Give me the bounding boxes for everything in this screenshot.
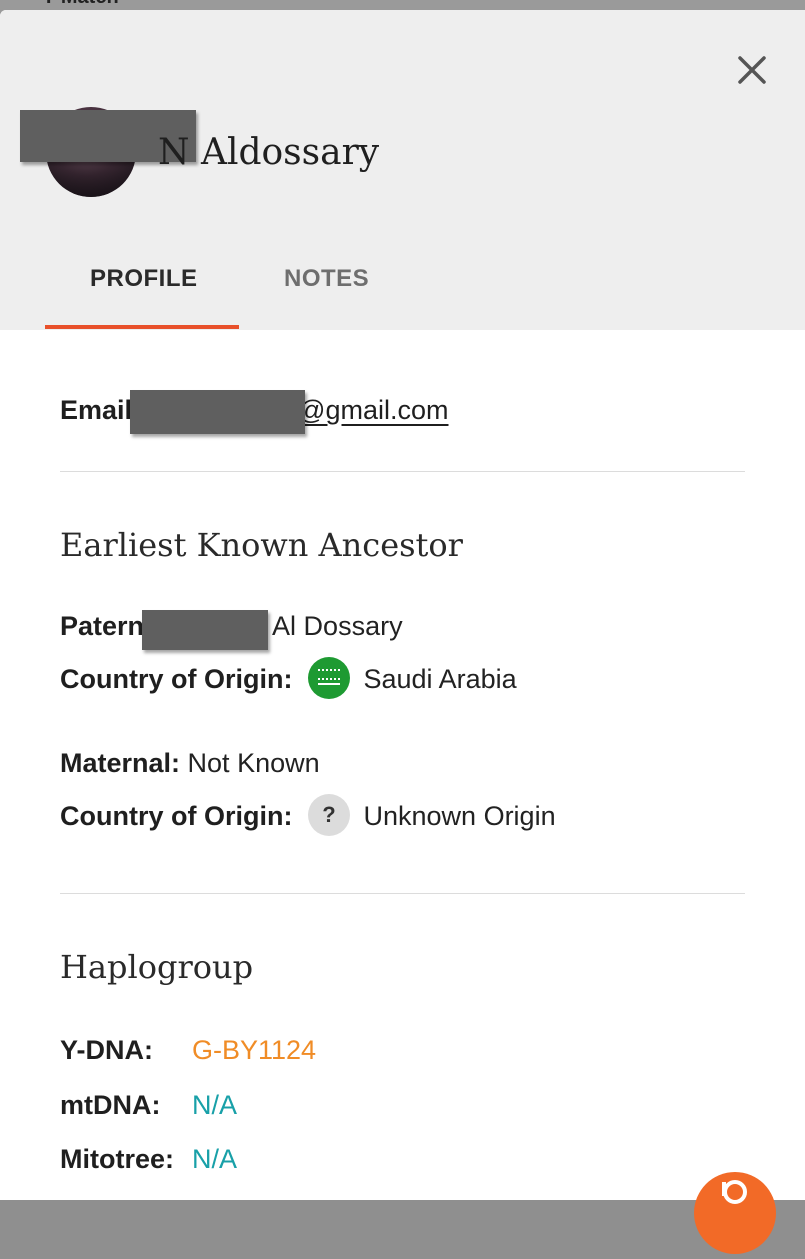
email-label: Email — [60, 395, 133, 425]
email-link[interactable]: @gmail.com — [298, 395, 448, 425]
mitotree-row: Mitotree: N/A — [60, 1144, 237, 1175]
ydna-row: Y-DNA: G-BY1124 — [60, 1035, 316, 1066]
tab-profile[interactable]: PROFILE — [90, 265, 198, 293]
close-icon — [738, 56, 766, 84]
ydna-label: Y-DNA: — [60, 1035, 153, 1065]
mtdna-label: mtDNA: — [60, 1090, 161, 1120]
mitotree-value: N/A — [192, 1144, 238, 1174]
haplogroup-heading: Haplogroup — [60, 948, 254, 986]
maternal-value: Not Known — [187, 748, 320, 778]
country-name: Saudi Arabia — [363, 664, 517, 695]
earliest-ancestor-heading: Earliest Known Ancestor — [60, 526, 463, 564]
maternal-row: Maternal: Not Known — [60, 748, 320, 779]
avatar-photo-shade — [46, 156, 136, 197]
maternal-label: Maternal: — [60, 748, 181, 778]
paternal-country-row: Country of Origin: Saudi Arabia — [60, 657, 517, 702]
profile-panel: N Aldossary PROFILE NOTES Email @gmail.co… — [0, 10, 805, 1200]
background-match-label: Y-Match — [42, 0, 119, 9]
paternal-value: Al Dossary — [272, 611, 403, 641]
country-label: Country of Origin: — [60, 664, 293, 695]
question-icon: ? — [307, 794, 350, 836]
divider — [60, 893, 745, 894]
chat-fab-icon — [722, 1180, 747, 1204]
maternal-country-row: Country of Origin: ? Unknown Origin — [60, 794, 556, 839]
profile-name: N Aldossary — [158, 132, 380, 173]
paternal-label: Patern — [60, 611, 145, 641]
paternal-redaction-bar — [142, 610, 268, 650]
mtdna-value: N/A — [192, 1090, 238, 1120]
divider — [60, 471, 745, 472]
country-label: Country of Origin: — [60, 801, 293, 832]
mtdna-row: mtDNA: N/A — [60, 1090, 237, 1121]
email-redaction-bar — [130, 390, 305, 434]
country-name: Unknown Origin — [363, 801, 556, 832]
ydna-value-link[interactable]: G-BY1124 — [192, 1035, 316, 1065]
mitotree-label: Mitotree: — [60, 1144, 174, 1174]
saudi-flag-icon — [307, 657, 350, 699]
chat-fab-button[interactable] — [694, 1172, 776, 1254]
panel-header: N Aldossary PROFILE NOTES — [0, 10, 805, 330]
tab-notes[interactable]: NOTES — [284, 265, 369, 293]
close-button[interactable] — [732, 50, 772, 90]
active-tab-indicator — [45, 325, 239, 329]
